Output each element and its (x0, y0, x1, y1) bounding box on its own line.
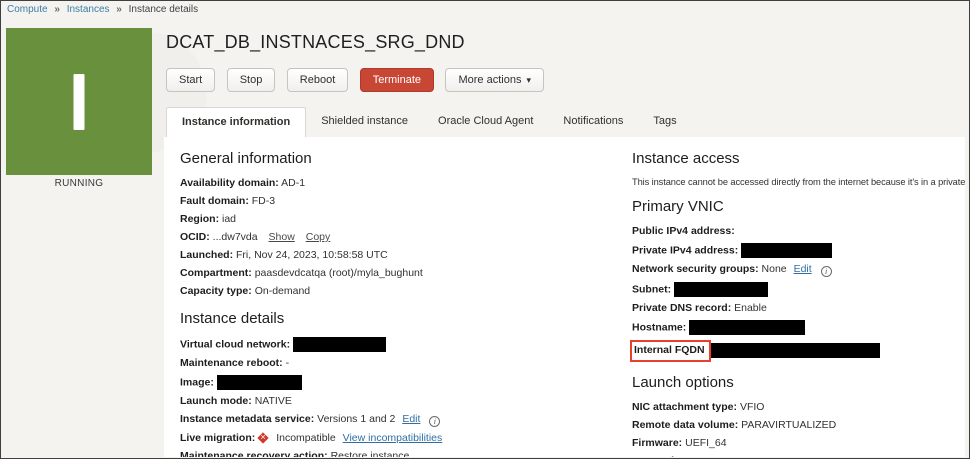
field-maintenance-recovery-action: Maintenance recovery action: Restore ins… (180, 450, 632, 457)
start-button[interactable]: Start (166, 68, 215, 92)
redaction-box (293, 337, 386, 352)
redaction-box (711, 343, 880, 358)
field-maintenance-reboot: Maintenance reboot: - (180, 357, 632, 370)
field-remote-data-volume: Remote data volume: PARAVIRTUALIZED (632, 419, 949, 432)
status-badge: RUNNING (6, 178, 152, 189)
field-private-ipv4: Private IPv4 address: (632, 243, 949, 258)
instance-details-heading: Instance details (180, 310, 632, 327)
main-content: DCAT_DB_INSTNACES_SRG_DND Start Stop Reb… (164, 32, 965, 457)
tab-instance-information[interactable]: Instance information (166, 107, 306, 137)
tab-oracle-cloud-agent[interactable]: Oracle Cloud Agent (423, 107, 548, 137)
breadcrumb-link-instances[interactable]: Instances (67, 4, 110, 15)
field-capacity-type: Capacity type: On-demand (180, 285, 632, 298)
field-image: Image: (180, 375, 632, 390)
field-firmware: Firmware: UEFI_64 (632, 437, 949, 450)
field-internal-fqdn: Internal FQDN (632, 340, 949, 362)
stop-button[interactable]: Stop (227, 68, 276, 92)
breadcrumb-separator: » (54, 4, 60, 15)
instance-information-panel: General information Availability domain:… (164, 137, 965, 457)
right-column: Instance access This instance cannot be … (632, 150, 949, 457)
instance-access-heading: Instance access (632, 150, 949, 167)
view-incompatibilities-link[interactable]: View incompatibilities (343, 432, 443, 444)
field-ocid: OCID: ...dw7vda Show Copy (180, 231, 632, 244)
redaction-box (741, 243, 832, 258)
incompatible-diamond-icon: ✕ (258, 432, 269, 443)
field-compartment: Compartment: paasdevdcatqa (root)/myla_b… (180, 267, 632, 280)
instance-access-description: This instance cannot be accessed directl… (632, 177, 949, 187)
tab-shielded-instance[interactable]: Shielded instance (306, 107, 423, 137)
field-instance-metadata-service: Instance metadata service: Versions 1 an… (180, 413, 632, 427)
caret-down-icon: ▾ (526, 75, 531, 85)
metadata-edit-link[interactable]: Edit (402, 413, 420, 425)
page-title: DCAT_DB_INSTNACES_SRG_DND (166, 32, 965, 53)
breadcrumb-link-compute[interactable]: Compute (7, 4, 48, 15)
info-icon[interactable]: i (821, 266, 832, 277)
reboot-button[interactable]: Reboot (287, 68, 348, 92)
info-icon[interactable]: i (429, 416, 440, 427)
action-toolbar: Start Stop Reboot Terminate More actions… (166, 68, 965, 92)
field-launched: Launched: Fri, Nov 24, 2023, 10:58:58 UT… (180, 249, 632, 262)
terminate-button[interactable]: Terminate (360, 68, 434, 92)
more-actions-label: More actions (458, 74, 521, 86)
field-fault-domain: Fault domain: FD-3 (180, 195, 632, 208)
field-private-dns-record: Private DNS record: Enable (632, 302, 949, 315)
field-live-migration: Live migration:✕ Incompatible View incom… (180, 432, 632, 445)
internal-fqdn-highlight: Internal FQDN (630, 340, 711, 362)
field-boot-volume-type: Boot volume type: PARAVIRTUALIZED (632, 455, 949, 457)
field-public-ipv4: Public IPv4 address: (632, 225, 949, 238)
instance-state-icon (6, 28, 152, 175)
launch-options-heading: Launch options (632, 374, 949, 391)
field-hostname: Hostname: (632, 320, 949, 335)
field-launch-mode: Launch mode: NATIVE (180, 395, 632, 408)
ocid-show-link[interactable]: Show (269, 231, 295, 243)
primary-vnic-heading: Primary VNIC (632, 198, 949, 215)
field-region: Region: iad (180, 213, 632, 226)
redaction-box (217, 375, 302, 390)
oci-instance-details-page: Compute » Instances » Instance details R… (0, 0, 970, 459)
breadcrumb-current: Instance details (129, 4, 199, 15)
field-network-security-groups: Network security groups: None Edit i (632, 263, 949, 277)
field-nic-attachment-type: NIC attachment type: VFIO (632, 401, 949, 414)
redaction-box (689, 320, 805, 335)
nsg-edit-link[interactable]: Edit (794, 263, 812, 275)
left-column: General information Availability domain:… (180, 150, 632, 457)
breadcrumb-separator: » (116, 4, 122, 15)
more-actions-button[interactable]: More actions ▾ (445, 68, 544, 92)
general-information-heading: General information (180, 150, 632, 167)
breadcrumb: Compute » Instances » Instance details (7, 4, 198, 15)
tab-bar: Instance information Shielded instance O… (166, 107, 965, 137)
field-subnet: Subnet: (632, 282, 949, 297)
field-virtual-cloud-network: Virtual cloud network: (180, 337, 632, 352)
ocid-copy-link[interactable]: Copy (306, 231, 331, 243)
field-availability-domain: Availability domain: AD-1 (180, 177, 632, 190)
tab-tags[interactable]: Tags (638, 107, 691, 137)
redaction-box (674, 282, 768, 297)
tab-notifications[interactable]: Notifications (548, 107, 638, 137)
instance-letter-glyph (74, 74, 85, 130)
